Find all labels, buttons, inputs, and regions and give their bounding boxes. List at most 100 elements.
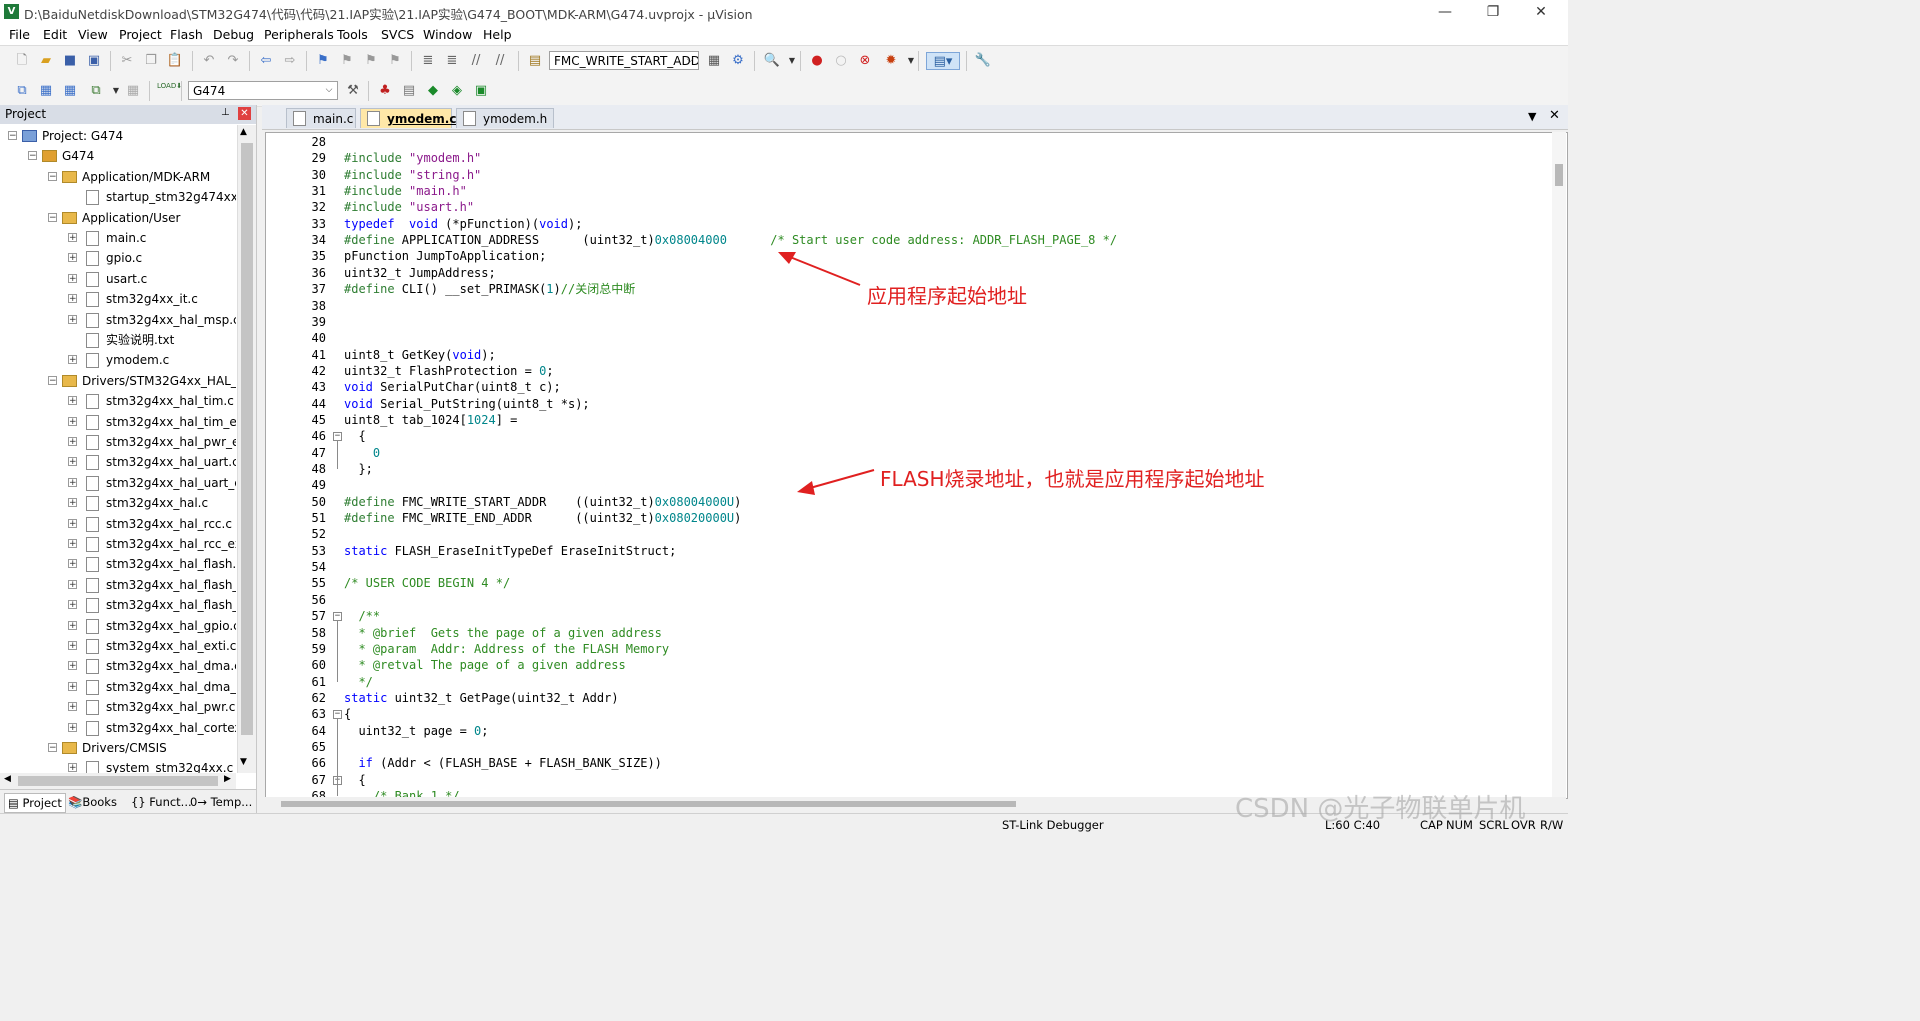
target-options-icon[interactable]: ⚒	[344, 82, 362, 100]
load-icon[interactable]: LOAD⬇	[157, 82, 182, 100]
menu-window[interactable]: Window	[423, 27, 472, 42]
project-tree-scrollbar[interactable]: ▲ ▼	[237, 125, 256, 773]
scroll-thumb[interactable]	[241, 143, 253, 735]
expand-icon[interactable]: +	[68, 396, 77, 406]
menu-project[interactable]: Project	[119, 27, 162, 42]
indent-icon[interactable]: ≣	[419, 52, 437, 70]
find-icon[interactable]: ▦	[705, 52, 723, 70]
expand-icon[interactable]: +	[68, 620, 77, 630]
fold-toggle-icon[interactable]: −	[333, 710, 342, 720]
comment-icon[interactable]: //	[467, 52, 485, 70]
find-in-files-icon[interactable]: ▤	[526, 52, 544, 70]
collapse-icon[interactable]: −	[8, 131, 17, 141]
debug-dropdown-icon[interactable]: ▼	[783, 52, 801, 70]
menu-tools[interactable]: Tools	[337, 27, 368, 42]
nav-forward-icon[interactable]: ⇨	[281, 52, 299, 70]
tab-project[interactable]: ▤ Project	[4, 793, 66, 813]
tab-ymodem-h[interactable]: ymodem.h	[456, 108, 554, 128]
maximize-button[interactable]: ❐	[1470, 0, 1516, 24]
breakpoint-icon[interactable]: ●	[808, 52, 826, 70]
rebuild-icon[interactable]: ▦	[61, 82, 79, 100]
fold-toggle-icon[interactable]: −	[333, 612, 342, 622]
kill-breakpoints-icon[interactable]: ✹	[882, 52, 900, 70]
scroll-down-icon[interactable]: ▼	[240, 757, 247, 767]
project-tree-hscrollbar[interactable]: ◀ ▶	[0, 773, 236, 789]
expand-icon[interactable]: +	[68, 233, 77, 243]
expand-icon[interactable]: +	[68, 416, 77, 426]
collapse-icon[interactable]: −	[28, 151, 37, 161]
tab-list-icon[interactable]: ▼	[1528, 110, 1536, 123]
configure-icon[interactable]: 🔧	[974, 52, 992, 70]
new-file-icon[interactable]: 🗋	[13, 52, 31, 70]
menu-debug[interactable]: Debug	[213, 27, 254, 42]
batch-dropdown-icon[interactable]: ▼	[107, 82, 125, 100]
window-layout-icon[interactable]: ▤▾	[926, 52, 960, 70]
clear-bookmarks-icon[interactable]: ⚑	[386, 52, 404, 70]
editor-hscroll-thumb[interactable]	[281, 801, 1016, 807]
unindent-icon[interactable]: ≣	[443, 52, 461, 70]
menu-view[interactable]: View	[78, 27, 108, 42]
fold-toggle-icon[interactable]: −	[333, 432, 342, 442]
collapse-icon[interactable]: −	[48, 743, 57, 753]
batch-build-icon[interactable]: ⧉	[87, 82, 105, 100]
manage-components-icon[interactable]: ♣	[376, 82, 394, 100]
editor-scroll-thumb[interactable]	[1555, 164, 1563, 186]
expand-icon[interactable]: +	[68, 539, 77, 549]
bookmark-icon[interactable]: ⚑	[314, 52, 332, 70]
uncomment-icon[interactable]: //	[491, 52, 509, 70]
expand-icon[interactable]: +	[68, 273, 77, 283]
target-combo[interactable]: G474 ⌵	[188, 81, 338, 100]
collapse-icon[interactable]: −	[48, 212, 57, 222]
menu-svcs[interactable]: SVCS	[381, 27, 414, 42]
pack-installer-icon[interactable]: ◈	[448, 82, 466, 100]
expand-icon[interactable]: +	[68, 437, 77, 447]
next-bookmark-icon[interactable]: ⚑	[362, 52, 380, 70]
expand-icon[interactable]: +	[68, 314, 77, 324]
tab-books[interactable]: 📚Books	[68, 793, 117, 811]
disable-all-breakpoints-icon[interactable]: ⊗	[856, 52, 874, 70]
build-icon[interactable]: ▦	[37, 82, 55, 100]
chevron-down-icon[interactable]: ⌵	[683, 53, 697, 68]
expand-icon[interactable]: +	[68, 253, 77, 263]
expand-icon[interactable]: +	[68, 355, 77, 365]
scroll-up-icon[interactable]: ▲	[240, 127, 247, 137]
close-tab-icon[interactable]: ✕	[1549, 108, 1560, 123]
minimize-button[interactable]: —	[1422, 0, 1468, 24]
run-time-environment-icon[interactable]: ▣	[472, 82, 490, 100]
chevron-down-icon[interactable]: ⌵	[322, 83, 336, 98]
expand-icon[interactable]: +	[68, 518, 77, 528]
save-all-icon[interactable]: ▣	[85, 52, 103, 70]
disable-breakpoint-icon[interactable]: ○	[832, 52, 850, 70]
menu-edit[interactable]: Edit	[43, 27, 67, 42]
stop-build-icon[interactable]: ▦	[124, 82, 142, 100]
hscroll-thumb[interactable]	[18, 776, 218, 786]
expand-icon[interactable]: +	[68, 702, 77, 712]
pin-icon[interactable]: ⊥	[221, 107, 230, 118]
copy-icon[interactable]: ❐	[142, 52, 160, 70]
tab-functions[interactable]: {} Funct...	[131, 793, 192, 811]
panel-close-icon[interactable]: ✕	[238, 107, 251, 120]
menu-flash[interactable]: Flash	[170, 27, 203, 42]
undo-icon[interactable]: ↶	[200, 52, 218, 70]
prev-bookmark-icon[interactable]: ⚑	[338, 52, 356, 70]
editor-vscrollbar[interactable]	[1552, 132, 1566, 797]
collapse-icon[interactable]: −	[48, 375, 57, 385]
file-extensions-icon[interactable]: ▤	[400, 82, 418, 100]
expand-icon[interactable]: +	[68, 579, 77, 589]
cut-icon[interactable]: ✂	[118, 52, 136, 70]
close-button[interactable]: ✕	[1518, 0, 1564, 24]
menu-peripherals[interactable]: Peripherals	[264, 27, 334, 42]
expand-icon[interactable]: +	[68, 559, 77, 569]
menu-file[interactable]: File	[9, 27, 30, 42]
expand-icon[interactable]: +	[68, 681, 77, 691]
scroll-right-icon[interactable]: ▶	[224, 774, 231, 784]
expand-icon[interactable]: +	[68, 294, 77, 304]
expand-icon[interactable]: +	[68, 457, 77, 467]
nav-back-icon[interactable]: ⇦	[257, 52, 275, 70]
scroll-left-icon[interactable]: ◀	[4, 774, 11, 784]
redo-icon[interactable]: ↷	[224, 52, 242, 70]
incremental-find-icon[interactable]: ⚙	[729, 52, 747, 70]
tab-ymodem-c[interactable]: ymodem.c	[360, 108, 456, 128]
expand-icon[interactable]: +	[68, 498, 77, 508]
tab-templates[interactable]: 0→ Temp...	[190, 793, 252, 811]
